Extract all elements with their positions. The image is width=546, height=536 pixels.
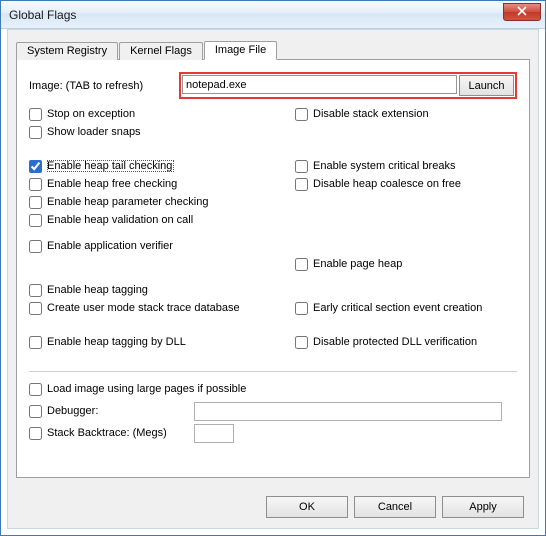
check-enable-page-heap[interactable]: Enable page heap (295, 255, 517, 273)
cancel-button[interactable]: Cancel (354, 496, 436, 518)
check-disable-protected-dll-verification[interactable]: Disable protected DLL verification (295, 333, 517, 351)
check-show-loader-snaps[interactable]: Show loader snaps (29, 123, 291, 141)
check-stop-on-exception[interactable]: Stop on exception (29, 105, 291, 123)
close-button[interactable] (503, 3, 541, 21)
image-input-highlight: Launch (179, 72, 517, 99)
client-area: System Registry Kernel Flags Image File … (7, 29, 539, 529)
apply-button[interactable]: Apply (442, 496, 524, 518)
check-enable-heap-tail-checking[interactable]: Enable heap tail checking (29, 157, 291, 175)
check-debugger[interactable] (29, 405, 42, 418)
label-debugger: Debugger: (47, 405, 187, 417)
check-enable-heap-validation-on-call[interactable]: Enable heap validation on call (29, 211, 291, 229)
dialog-button-bar: OK Cancel Apply (266, 496, 524, 518)
check-early-critical-section-event-creation[interactable]: Early critical section event creation (295, 299, 517, 317)
check-enable-heap-tagging-by-dll[interactable]: Enable heap tagging by DLL (29, 333, 291, 351)
check-load-image-large-pages[interactable]: Load image using large pages if possible (29, 378, 517, 400)
launch-button[interactable]: Launch (459, 75, 514, 96)
image-label: Image: (TAB to refresh) (29, 80, 179, 92)
tab-image-file[interactable]: Image File (204, 41, 277, 60)
tab-panel-image-file: Image: (TAB to refresh) Launch Stop on e… (16, 60, 530, 478)
check-enable-heap-tagging[interactable]: Enable heap tagging (29, 281, 291, 299)
stack-backtrace-input[interactable] (194, 424, 234, 443)
check-enable-application-verifier[interactable]: Enable application verifier (29, 237, 291, 255)
label-stack-backtrace: Stack Backtrace: (Megs) (47, 427, 187, 439)
titlebar: Global Flags (1, 1, 545, 29)
window-title: Global Flags (9, 8, 76, 22)
close-icon (517, 6, 527, 16)
tab-strip: System Registry Kernel Flags Image File (16, 38, 530, 60)
debugger-input[interactable] (194, 402, 502, 421)
check-disable-stack-extension[interactable]: Disable stack extension (295, 105, 517, 123)
check-disable-heap-coalesce-on-free[interactable]: Disable heap coalesce on free (295, 175, 517, 193)
tab-system-registry[interactable]: System Registry (16, 42, 118, 60)
image-input[interactable] (182, 75, 457, 94)
ok-button[interactable]: OK (266, 496, 348, 518)
check-stack-backtrace[interactable] (29, 427, 42, 440)
separator (29, 371, 517, 372)
check-enable-system-critical-breaks[interactable]: Enable system critical breaks (295, 157, 517, 175)
check-enable-heap-parameter-checking[interactable]: Enable heap parameter checking (29, 193, 291, 211)
tab-kernel-flags[interactable]: Kernel Flags (119, 42, 203, 60)
check-create-user-mode-stack-trace-db[interactable]: Create user mode stack trace database (29, 299, 291, 317)
check-enable-heap-free-checking[interactable]: Enable heap free checking (29, 175, 291, 193)
